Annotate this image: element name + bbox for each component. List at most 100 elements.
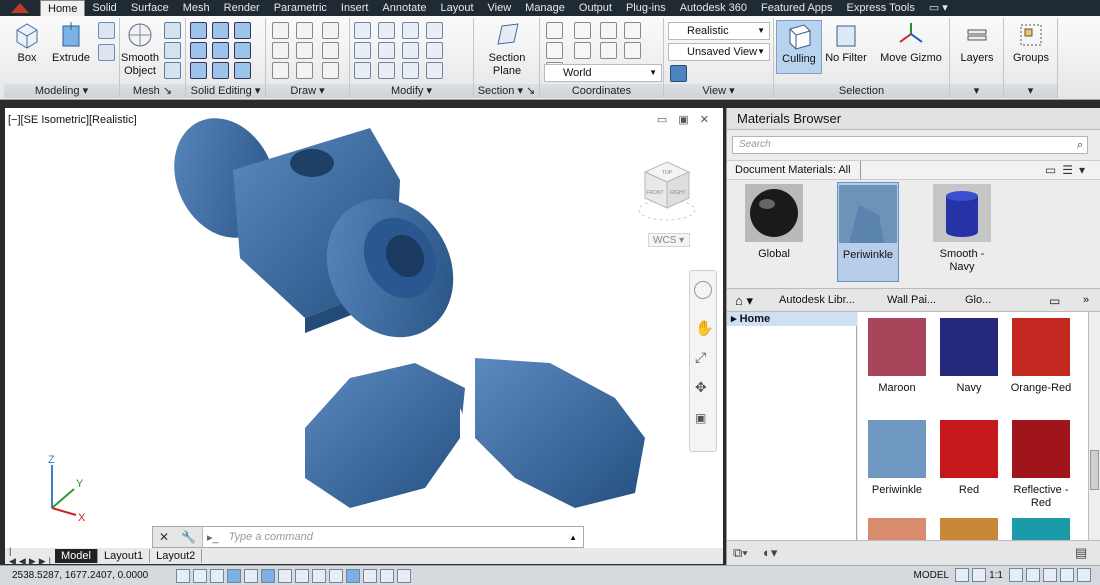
command-prompt-icon[interactable]: ▸_ xyxy=(203,531,223,544)
scrollbar-thumb[interactable] xyxy=(1090,450,1099,490)
close-icon[interactable]: ✕ xyxy=(159,530,169,544)
3d-rotate-icon[interactable] xyxy=(426,22,443,39)
viewcube-top-face[interactable]: TOP xyxy=(662,170,673,176)
valve-section-right[interactable] xyxy=(471,358,645,508)
crumb-glossy[interactable]: Glo... xyxy=(965,294,991,306)
extrude-button[interactable]: Extrude xyxy=(48,20,94,65)
clean-screen-icon[interactable] xyxy=(1077,568,1091,582)
polyline-icon[interactable] xyxy=(296,22,313,39)
annotation-visibility-icon[interactable] xyxy=(1009,568,1023,582)
tab-layout[interactable]: Layout xyxy=(433,0,480,16)
move-icon[interactable] xyxy=(354,22,371,39)
tab-featured-apps[interactable]: Featured Apps xyxy=(754,0,840,16)
groups-button[interactable]: Groups xyxy=(1008,20,1054,65)
library-view-icon[interactable]: ▭ xyxy=(1049,294,1060,308)
object-snap-icon[interactable] xyxy=(261,568,275,583)
scale-icon[interactable] xyxy=(402,42,419,59)
lock-icon[interactable] xyxy=(1043,568,1057,582)
ucs-3point-icon[interactable] xyxy=(600,22,617,39)
workspace-switch-icon[interactable] xyxy=(1026,568,1040,582)
material-swatch-global[interactable]: Global xyxy=(743,184,805,261)
library-swatch-maroon[interactable]: Maroon xyxy=(866,318,928,395)
tab-render[interactable]: Render xyxy=(217,0,267,16)
line-icon[interactable] xyxy=(272,22,289,39)
tab-manage[interactable]: Manage xyxy=(518,0,572,16)
3d-object-snap-icon[interactable] xyxy=(278,568,292,583)
library-scrollbar[interactable] xyxy=(1088,312,1100,540)
ortho-mode-icon[interactable] xyxy=(227,568,241,583)
tab-parametric[interactable]: Parametric xyxy=(267,0,334,16)
intersect-icon[interactable] xyxy=(190,62,207,79)
extract-edges-icon[interactable] xyxy=(212,22,229,39)
document-materials-filter[interactable]: Document Materials: All xyxy=(735,164,851,176)
panel-title-groups[interactable]: ▾ xyxy=(1004,84,1057,98)
tab-insert[interactable]: Insert xyxy=(334,0,376,16)
extrude-faces-icon[interactable] xyxy=(234,22,251,39)
steering-wheel-icon[interactable] xyxy=(694,281,712,299)
mesh-smooth-more-icon[interactable] xyxy=(164,22,181,39)
app-menu-logo-icon[interactable] xyxy=(0,0,40,16)
quick-view-layouts-icon[interactable] xyxy=(955,568,970,582)
panel-title-modeling[interactable]: Modeling ▾ xyxy=(4,84,119,98)
annotation-scale[interactable]: 1:1 xyxy=(989,570,1003,581)
rotate-icon[interactable] xyxy=(378,42,395,59)
library-swatch-reflective-red[interactable]: Reflective - Red xyxy=(1010,420,1072,510)
ucs-icon[interactable] xyxy=(546,22,563,39)
showmotion-icon[interactable]: ▣ xyxy=(695,411,706,425)
ribbon-minimize-button[interactable]: ▭ ▾ xyxy=(922,0,955,16)
viewcube-right-face[interactable]: RIGHT xyxy=(670,190,686,196)
viewcube[interactable]: TOP FRONT RIGHT xyxy=(637,156,697,224)
wcs-menu[interactable]: WCS ▾ xyxy=(648,233,690,247)
crumb-wall-paint[interactable]: Wall Pai... xyxy=(887,294,936,306)
snap-mode-icon[interactable] xyxy=(193,568,207,583)
pan-hand-icon[interactable]: ✋ xyxy=(695,319,714,337)
3d-align-icon[interactable] xyxy=(378,62,395,79)
3d-mirror-icon[interactable] xyxy=(402,62,419,79)
panel-title-mesh[interactable]: Mesh ↘ xyxy=(120,84,185,98)
library-swatch-red[interactable]: Red xyxy=(938,420,1000,497)
region-icon[interactable] xyxy=(296,62,313,79)
layers-button[interactable]: Layers xyxy=(954,20,1000,65)
3d-model-parts[interactable] xyxy=(5,108,723,528)
cursor-coordinates[interactable]: 2538.5287, 1677.2407, 0.0000 xyxy=(0,570,176,581)
quick-properties-icon[interactable] xyxy=(380,568,394,583)
mesh-crease-icon[interactable] xyxy=(164,62,181,79)
circle-icon[interactable] xyxy=(322,42,339,59)
material-editor-icon[interactable]: ◐▾ xyxy=(763,545,777,561)
ucs-dropdown[interactable]: World ▼ xyxy=(544,64,662,82)
slice-icon[interactable] xyxy=(212,42,229,59)
panel-title-solid-editing[interactable]: Solid Editing ▾ xyxy=(186,84,265,98)
visual-style-dropdown[interactable]: Realistic ▼ xyxy=(668,22,770,40)
spline-icon[interactable] xyxy=(272,42,289,59)
material-swatch-periwinkle[interactable]: Periwinkle xyxy=(837,182,899,282)
separate-icon[interactable] xyxy=(234,42,251,59)
smooth-object-button[interactable]: Smooth Object xyxy=(118,20,162,78)
object-snap-tracking-icon[interactable] xyxy=(295,568,309,583)
polar-tracking-icon[interactable] xyxy=(244,568,258,583)
3d-move-icon[interactable] xyxy=(402,22,419,39)
grid-display-icon[interactable] xyxy=(210,568,224,583)
polygon-icon[interactable] xyxy=(272,62,289,79)
shell-icon[interactable] xyxy=(234,62,251,79)
tree-item-home[interactable]: ▸ Home xyxy=(727,312,857,326)
tab-model[interactable]: Model xyxy=(55,549,98,563)
material-swatch-smooth-navy[interactable]: Smooth - Navy xyxy=(931,184,993,274)
dynamic-ucs-icon[interactable] xyxy=(312,568,326,583)
isolate-objects-icon[interactable] xyxy=(1060,568,1074,582)
command-input[interactable]: Type a command xyxy=(223,531,569,543)
viewport-config-icon[interactable] xyxy=(670,65,687,82)
union-icon[interactable] xyxy=(190,22,207,39)
library-swatch-partial-3[interactable] xyxy=(1010,518,1072,540)
expand-chevron-icon[interactable]: » xyxy=(1083,294,1089,306)
ellipse-icon[interactable] xyxy=(322,62,339,79)
crumb-autodesk-library[interactable]: Autodesk Libr... xyxy=(779,294,855,306)
create-material-icon[interactable]: ⧉▾ xyxy=(733,545,748,561)
valve-section-left[interactable] xyxy=(305,363,465,508)
quick-view-drawings-icon[interactable] xyxy=(972,568,987,582)
erase-icon[interactable] xyxy=(354,62,371,79)
tab-layout1[interactable]: Layout1 xyxy=(98,549,151,563)
panel-title-section[interactable]: Section ▾ ↘ xyxy=(474,84,539,98)
section-plane-button[interactable]: Section Plane xyxy=(482,20,532,78)
library-swatch-periwinkle[interactable]: Periwinkle xyxy=(866,420,928,497)
library-swatch-navy[interactable]: Navy xyxy=(938,318,1000,395)
